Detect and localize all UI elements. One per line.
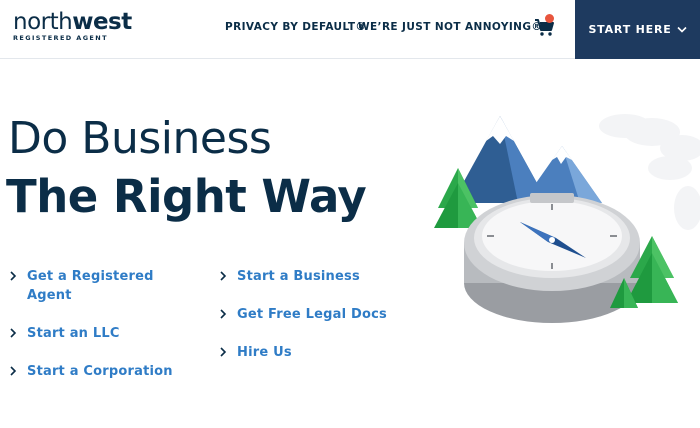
nav-privacy-link[interactable]: PRIVACY BY DEFAULT® — [225, 21, 366, 33]
chevron-right-icon — [220, 347, 227, 357]
start-here-label: START HERE — [588, 23, 672, 36]
link-label: Hire Us — [237, 345, 292, 360]
chevron-right-icon — [220, 271, 227, 281]
chevron-right-icon — [10, 328, 17, 338]
compass-mountains-illustration — [434, 114, 700, 323]
link-label: Get Free Legal Docs — [237, 307, 387, 322]
chevron-right-icon — [10, 271, 17, 281]
hero-heading-line1: Do Business — [8, 113, 272, 164]
link-label: Start a Business — [237, 269, 360, 284]
logo-subtitle: REGISTERED AGENT — [13, 34, 108, 42]
chevron-right-icon — [10, 366, 17, 376]
start-here-button[interactable]: START HERE — [575, 0, 700, 59]
link-label: Start an LLC — [27, 326, 120, 341]
registered-agent-link[interactable]: Get a Registered Agent — [8, 267, 173, 305]
start-business-link[interactable]: Start a Business — [218, 267, 387, 286]
link-label: Get a Registered Agent — [27, 269, 154, 303]
chevron-right-icon — [220, 309, 227, 319]
hire-us-link[interactable]: Hire Us — [218, 343, 387, 362]
mountain-icon — [452, 116, 602, 203]
cart-badge — [545, 14, 554, 23]
start-corporation-link[interactable]: Start a Corporation — [8, 362, 173, 381]
chevron-down-icon — [676, 26, 687, 33]
hero-heading-line2: The Right Way — [6, 170, 367, 223]
start-llc-link[interactable]: Start an LLC — [8, 324, 173, 343]
link-column-right: Start a Business Get Free Legal Docs Hir… — [218, 267, 387, 381]
site-header: northwest REGISTERED AGENT PRIVACY BY DE… — [0, 0, 700, 59]
northwest-logo[interactable]: northwest REGISTERED AGENT — [13, 9, 132, 42]
link-column-left: Get a Registered Agent Start an LLC Star… — [8, 267, 173, 400]
logo-wordmark: northwest — [13, 9, 132, 35]
nav-not-annoying-link[interactable]: WE’RE JUST NOT ANNOYING® — [358, 21, 542, 33]
link-label: Start a Corporation — [27, 364, 173, 379]
free-legal-docs-link[interactable]: Get Free Legal Docs — [218, 305, 387, 324]
